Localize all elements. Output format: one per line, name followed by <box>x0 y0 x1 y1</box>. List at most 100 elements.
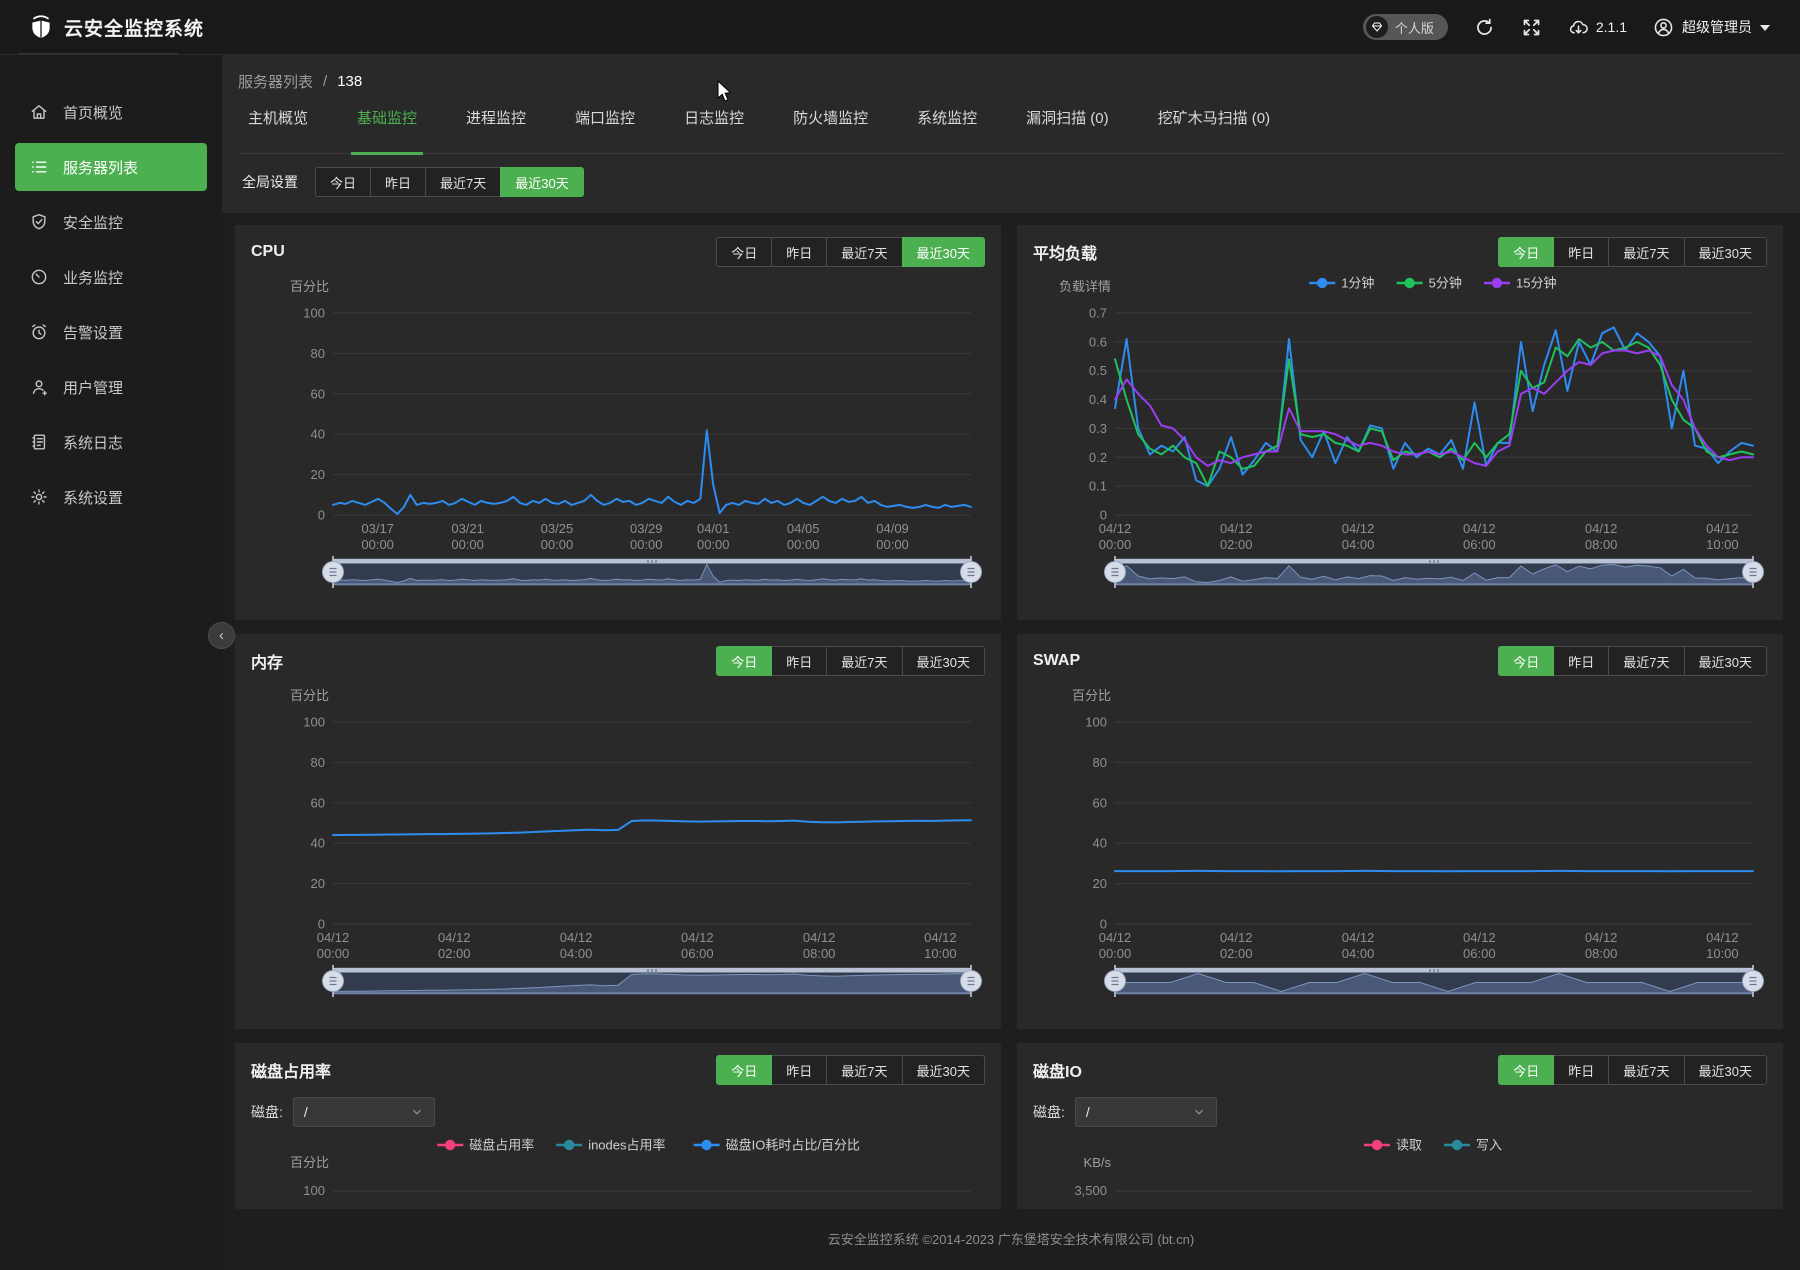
user-icon <box>29 377 49 397</box>
card1-range-button-2[interactable]: 最近7天 <box>1608 237 1684 267</box>
tab-8[interactable]: 挖矿木马扫描 (0) <box>1152 100 1277 155</box>
svg-text:04/0100:00: 04/0100:00 <box>697 521 730 552</box>
card0-range-button-2[interactable]: 最近7天 <box>826 237 902 267</box>
swap-card-title: SWAP <box>1033 652 1080 670</box>
fullscreen-icon[interactable] <box>1521 17 1542 38</box>
top-panel: 服务器列表 / 138 主机概览基础监控进程监控端口监控日志监控防火墙监控系统监… <box>222 55 1800 213</box>
card3-range-button-2[interactable]: 最近7天 <box>1608 646 1684 676</box>
sidebar-item-0[interactable]: 首页概览 <box>15 88 207 136</box>
tab-4[interactable]: 日志监控 <box>678 100 750 155</box>
card5-range-button-0[interactable]: 今日 <box>1498 1055 1554 1085</box>
plan-badge[interactable]: 个人版 <box>1363 14 1448 40</box>
card5-range-button-2[interactable]: 最近7天 <box>1608 1055 1684 1085</box>
load-chart-canvas: 负载详情00.10.20.30.40.50.60.704/1200:0004/1… <box>1033 271 1767 553</box>
memory-card-title: 内存 <box>251 649 283 673</box>
svg-text:0.3: 0.3 <box>1089 421 1107 436</box>
card2-range-button-2[interactable]: 最近7天 <box>826 646 902 676</box>
sidebar-item-1[interactable]: 服务器列表 <box>15 143 207 191</box>
card3-range-button-3[interactable]: 最近30天 <box>1684 646 1767 676</box>
svg-text:100: 100 <box>1085 715 1107 730</box>
memory-datazoom-slider[interactable] <box>321 964 985 996</box>
global-range-button-3[interactable]: 最近30天 <box>500 167 583 197</box>
refresh-icon[interactable] <box>1474 17 1495 38</box>
user-menu[interactable]: 超级管理员 <box>1653 17 1770 38</box>
tab-2[interactable]: 进程监控 <box>460 100 532 155</box>
swap-datazoom-slider[interactable] <box>1103 964 1767 996</box>
cloud-download-icon <box>1568 17 1589 38</box>
disk-usage-select[interactable]: / <box>293 1097 435 1127</box>
load-datazoom-slider[interactable] <box>1103 555 1767 587</box>
svg-text:03/2500:00: 03/2500:00 <box>541 521 574 552</box>
card0-range-button-3[interactable]: 最近30天 <box>902 237 985 267</box>
card4-range-button-0[interactable]: 今日 <box>716 1055 772 1085</box>
load-range-group: 今日昨日最近7天最近30天 <box>1498 237 1767 267</box>
datazoom-canvas[interactable] <box>321 555 983 589</box>
card0-range-button-1[interactable]: 昨日 <box>771 237 827 267</box>
svg-text:04/1208:00: 04/1208:00 <box>1585 930 1618 961</box>
sidebar-item-3[interactable]: 业务监控 <box>15 253 207 301</box>
card0-range-button-0[interactable]: 今日 <box>716 237 772 267</box>
card3-range-button-0[interactable]: 今日 <box>1498 646 1554 676</box>
chart-legend[interactable]: 1分钟5分钟15分钟 <box>1309 276 1556 291</box>
tab-6[interactable]: 系统监控 <box>911 100 983 155</box>
svg-text:磁盘占用率: 磁盘占用率 <box>469 1138 534 1153</box>
card2-range-button-3[interactable]: 最近30天 <box>902 646 985 676</box>
global-range-button-1[interactable]: 昨日 <box>370 167 426 197</box>
svg-text:100: 100 <box>303 715 325 730</box>
sidebar-collapse-button[interactable]: ‹ <box>208 622 235 649</box>
svg-text:磁盘IO耗时占比/百分比: 磁盘IO耗时占比/百分比 <box>726 1138 860 1153</box>
sidebar-item-label: 服务器列表 <box>63 157 138 178</box>
svg-text:04/1206:00: 04/1206:00 <box>681 930 714 961</box>
y-axis-name: 负载详情 <box>1059 279 1111 294</box>
x-axis: 04/1200:0004/1202:0004/1204:0004/1206:00… <box>317 930 957 961</box>
svg-text:20: 20 <box>311 876 325 891</box>
chart-legend[interactable]: 读取写入 <box>1364 1138 1502 1153</box>
card5-range-button-1[interactable]: 昨日 <box>1553 1055 1609 1085</box>
card1-range-button-0[interactable]: 今日 <box>1498 237 1554 267</box>
global-range-button-2[interactable]: 最近7天 <box>425 167 501 197</box>
tab-1[interactable]: 基础监控 <box>351 100 423 155</box>
series-lines <box>333 430 971 514</box>
svg-text:100: 100 <box>303 1183 325 1198</box>
card1-range-button-3[interactable]: 最近30天 <box>1684 237 1767 267</box>
card2-range-button-1[interactable]: 昨日 <box>771 646 827 676</box>
svg-text:3,000: 3,000 <box>1074 1208 1107 1209</box>
tab-7[interactable]: 漏洞扫描 (0) <box>1020 100 1115 155</box>
card3-range-button-1[interactable]: 昨日 <box>1553 646 1609 676</box>
y-axis-name: 百分比 <box>1072 688 1111 703</box>
tab-3[interactable]: 端口监控 <box>569 100 641 155</box>
card4-range-button-2[interactable]: 最近7天 <box>826 1055 902 1085</box>
tab-0[interactable]: 主机概览 <box>242 100 314 155</box>
card1-range-button-1[interactable]: 昨日 <box>1553 237 1609 267</box>
svg-text:04/1202:00: 04/1202:00 <box>438 930 471 961</box>
datazoom-canvas[interactable] <box>1103 555 1765 589</box>
cpu-datazoom-slider[interactable] <box>321 555 985 587</box>
monitor-tabs: 主机概览基础监控进程监控端口监控日志监控防火墙监控系统监控漏洞扫描 (0) 挖矿木… <box>238 100 1783 154</box>
breadcrumb-parent[interactable]: 服务器列表 <box>238 71 313 92</box>
tab-5[interactable]: 防火墙监控 <box>787 100 874 155</box>
global-range-group: 今日昨日最近7天最近30天 <box>315 167 584 197</box>
sidebar-item-7[interactable]: 系统设置 <box>15 473 207 521</box>
svg-text:15分钟: 15分钟 <box>1516 276 1556 291</box>
y-axis-name: 百分比 <box>290 1155 329 1170</box>
svg-text:40: 40 <box>311 427 325 442</box>
sidebar-item-2[interactable]: 安全监控 <box>15 198 207 246</box>
datazoom-canvas[interactable] <box>321 964 983 998</box>
x-axis: 04/1200:0004/1202:0004/1204:0004/1206:00… <box>1099 930 1739 961</box>
version-group[interactable]: 2.1.1 <box>1568 17 1627 38</box>
sidebar-item-4[interactable]: 告警设置 <box>15 308 207 356</box>
datazoom-canvas[interactable] <box>1103 964 1765 998</box>
card5-range-button-3[interactable]: 最近30天 <box>1684 1055 1767 1085</box>
card4-range-button-3[interactable]: 最近30天 <box>902 1055 985 1085</box>
chart-legend[interactable]: 磁盘占用率inodes占用率磁盘IO耗时占比/百分比 <box>437 1138 860 1153</box>
user-name: 超级管理员 <box>1682 17 1752 37</box>
y-axis-name: 百分比 <box>290 688 329 703</box>
sidebar-item-6[interactable]: 系统日志 <box>15 418 207 466</box>
y-axis: 00.10.20.30.40.50.60.7 <box>1089 306 1753 523</box>
sidebar-item-5[interactable]: 用户管理 <box>15 363 207 411</box>
global-range-button-0[interactable]: 今日 <box>315 167 371 197</box>
card2-range-button-0[interactable]: 今日 <box>716 646 772 676</box>
card4-range-button-1[interactable]: 昨日 <box>771 1055 827 1085</box>
svg-text:04/1208:00: 04/1208:00 <box>803 930 836 961</box>
disk-io-select[interactable]: / <box>1075 1097 1217 1127</box>
